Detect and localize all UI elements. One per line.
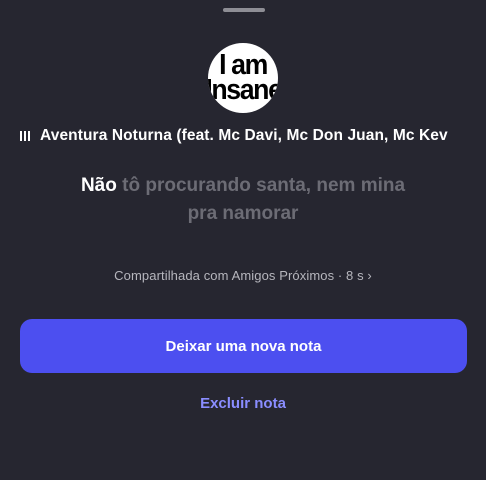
note-sheet: I am Insane Aventura Noturna (feat. Mc D… xyxy=(0,0,486,480)
shared-with-close-friends[interactable]: Compartilhada com Amigos Próximos · 8 s … xyxy=(0,268,486,283)
avatar[interactable]: I am Insane xyxy=(208,43,278,113)
lyrics: Não tô procurando santa, nem mina pra na… xyxy=(0,172,486,228)
new-note-button[interactable]: Deixar uma nova nota xyxy=(20,319,467,373)
avatar-text-line2: Insane xyxy=(208,74,278,106)
lyrics-line-1: Não tô procurando santa, nem mina xyxy=(0,172,486,200)
lyrics-sung: Não xyxy=(80,175,117,196)
lyrics-upcoming-line1: tô procurando santa, nem mina xyxy=(122,175,406,196)
lyrics-upcoming-line2: pra namorar xyxy=(187,203,299,224)
sheet-grabber[interactable] xyxy=(223,8,265,12)
play-pause-icon[interactable] xyxy=(20,130,30,142)
song-title: Aventura Noturna (feat. Mc Davi, Mc Don … xyxy=(40,127,448,144)
song-row[interactable]: Aventura Noturna (feat. Mc Davi, Mc Don … xyxy=(20,125,466,147)
delete-note-button[interactable]: Excluir nota xyxy=(0,395,486,412)
